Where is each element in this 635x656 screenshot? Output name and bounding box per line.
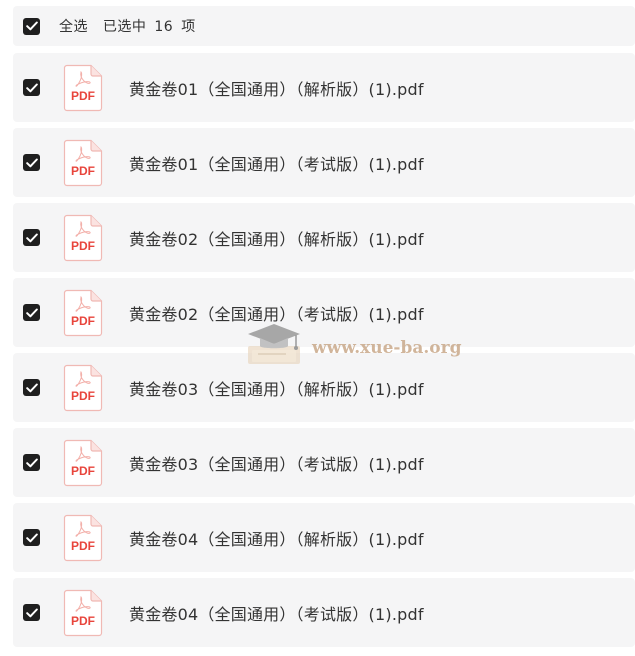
- checkmark-icon: [25, 21, 38, 31]
- pdf-icon-label: PDF: [71, 89, 95, 103]
- file-name[interactable]: 黄金卷01（全国通用）（解析版）(1).pdf: [129, 76, 424, 100]
- file-checkbox[interactable]: [23, 604, 40, 621]
- file-name[interactable]: 黄金卷03（全国通用）（考试版）(1).pdf: [129, 451, 424, 475]
- pdf-icon-label: PDF: [71, 314, 95, 328]
- checkmark-icon: [25, 383, 38, 392]
- selected-suffix: 项: [181, 19, 196, 35]
- file-row[interactable]: PDF 黄金卷01（全国通用）（解析版）(1).pdf: [13, 53, 635, 122]
- pdf-icon-label: PDF: [71, 389, 95, 403]
- file-row[interactable]: PDF 黄金卷03（全国通用）（解析版）(1).pdf: [13, 353, 635, 422]
- checkmark-icon: [25, 158, 38, 167]
- checkmark-icon: [25, 533, 38, 542]
- file-row[interactable]: PDF 黄金卷02（全国通用）（考试版）(1).pdf: [13, 278, 635, 347]
- file-row[interactable]: PDF 黄金卷01（全国通用）（考试版）(1).pdf: [13, 128, 635, 197]
- file-checkbox[interactable]: [23, 454, 40, 471]
- file-row[interactable]: PDF 黄金卷04（全国通用）（考试版）(1).pdf: [13, 578, 635, 647]
- pdf-icon-label: PDF: [71, 539, 95, 553]
- file-name[interactable]: 黄金卷02（全国通用）（解析版）(1).pdf: [129, 226, 424, 250]
- file-name[interactable]: 黄金卷01（全国通用）（考试版）(1).pdf: [129, 151, 424, 175]
- pdf-icon-label: PDF: [71, 464, 95, 478]
- file-checkbox[interactable]: [23, 529, 40, 546]
- select-all-checkbox[interactable]: [23, 17, 40, 35]
- pdf-icon-label: PDF: [71, 164, 95, 178]
- pdf-file-icon: PDF: [63, 289, 103, 336]
- checkmark-icon: [25, 608, 38, 617]
- checkmark-icon: [25, 308, 38, 317]
- checkmark-icon: [25, 233, 38, 242]
- file-row[interactable]: PDF 黄金卷02（全国通用）（解析版）(1).pdf: [13, 203, 635, 272]
- file-name[interactable]: 黄金卷04（全国通用）（解析版）(1).pdf: [129, 526, 424, 550]
- pdf-file-icon: PDF: [63, 364, 103, 411]
- file-checkbox[interactable]: [23, 79, 40, 96]
- file-checkbox[interactable]: [23, 154, 40, 171]
- file-checkbox[interactable]: [23, 304, 40, 321]
- checkmark-icon: [25, 83, 38, 92]
- pdf-icon-label: PDF: [71, 239, 95, 253]
- select-all-label[interactable]: 全选: [59, 19, 88, 35]
- selected-prefix: 已选中: [102, 19, 147, 35]
- pdf-file-icon: PDF: [63, 139, 103, 186]
- pdf-file-icon: PDF: [63, 64, 103, 111]
- checkmark-icon: [25, 458, 38, 467]
- file-name[interactable]: 黄金卷04（全国通用）（考试版）(1).pdf: [129, 601, 424, 625]
- pdf-file-icon: PDF: [63, 214, 103, 261]
- file-name[interactable]: 黄金卷02（全国通用）（考试版）(1).pdf: [129, 301, 424, 325]
- pdf-file-icon: PDF: [63, 589, 103, 636]
- file-checkbox[interactable]: [23, 379, 40, 396]
- file-checkbox[interactable]: [23, 229, 40, 246]
- pdf-icon-label: PDF: [71, 614, 95, 628]
- selection-summary: 全选 已选中 16 项: [59, 16, 196, 36]
- file-row[interactable]: PDF 黄金卷04（全国通用）（解析版）(1).pdf: [13, 503, 635, 572]
- selected-count: 16: [154, 19, 174, 35]
- file-name[interactable]: 黄金卷03（全国通用）（解析版）(1).pdf: [129, 376, 424, 400]
- file-list: PDF 黄金卷01（全国通用）（解析版）(1).pdf PDF 黄金卷01（全国…: [13, 53, 635, 653]
- pdf-file-icon: PDF: [63, 514, 103, 561]
- pdf-file-icon: PDF: [63, 439, 103, 486]
- select-all-bar[interactable]: 全选 已选中 16 项: [13, 6, 635, 46]
- file-row[interactable]: PDF 黄金卷03（全国通用）（考试版）(1).pdf: [13, 428, 635, 497]
